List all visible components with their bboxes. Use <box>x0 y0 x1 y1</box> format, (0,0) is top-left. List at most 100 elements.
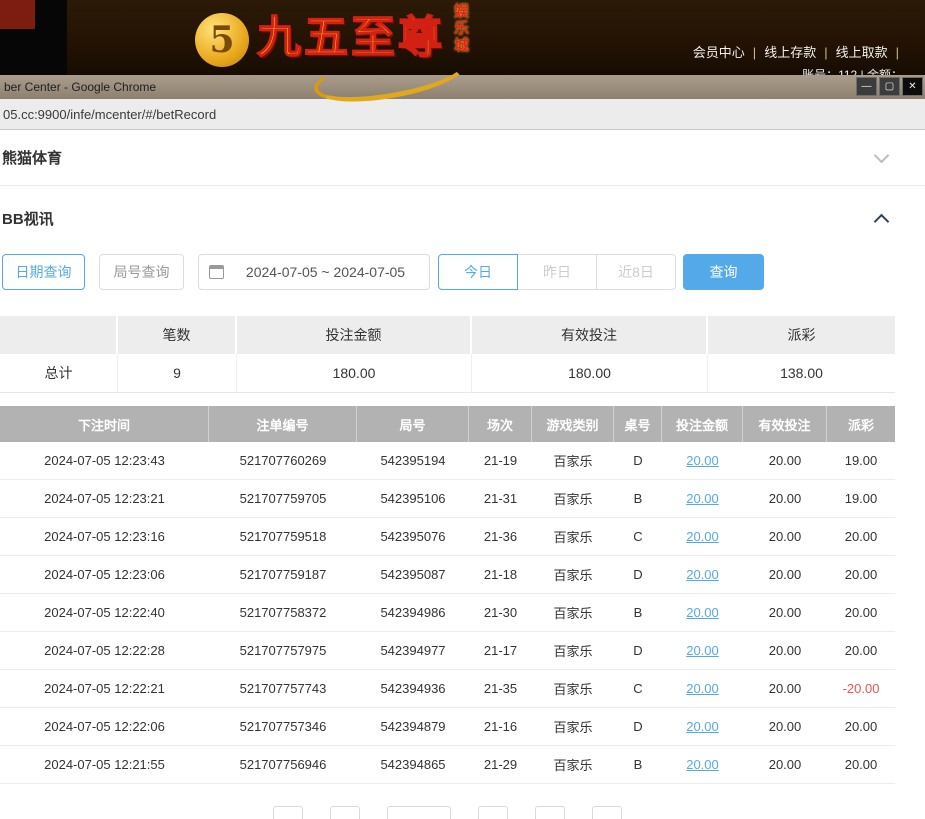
logo-subtitle: 娱乐城 <box>450 3 471 54</box>
logo-5-icon: 5 <box>195 13 249 67</box>
bet-time-cell: 2024-07-05 12:22:06 <box>0 708 209 745</box>
game-type-cell: 百家乐 <box>532 556 614 593</box>
close-button[interactable]: ✕ <box>902 77 923 96</box>
game-type-cell: 百家乐 <box>532 518 614 555</box>
table-row: 2024-07-05 12:22:40521707758372542394986… <box>0 594 895 632</box>
col-header-order-id: 注单编号 <box>209 406 357 442</box>
summary-total-bet-amount: 180.00 <box>237 354 472 393</box>
bet-time-cell: 2024-07-05 12:21:55 <box>0 746 209 783</box>
link-separator: | <box>753 45 756 60</box>
summary-total-row: 总计 9 180.00 180.00 138.00 <box>0 354 895 393</box>
payout-cell: 19.00 <box>827 442 895 479</box>
payout-cell: 20.00 <box>827 594 895 631</box>
table-no-cell: C <box>614 518 662 555</box>
table-row: 2024-07-05 12:23:16521707759518542395076… <box>0 518 895 556</box>
session-cell: 21-18 <box>469 556 532 593</box>
summary-total-payout: 138.00 <box>708 354 895 393</box>
session-cell: 21-30 <box>469 594 532 631</box>
pagination-item[interactable] <box>478 806 508 819</box>
order-id-cell: 521707759518 <box>209 518 357 555</box>
order-id-cell: 521707760269 <box>209 442 357 479</box>
col-header-payout: 派彩 <box>827 406 895 442</box>
round-id-cell: 542394865 <box>357 746 469 783</box>
section-bb-video[interactable]: BB视讯 <box>0 186 925 250</box>
yesterday-button[interactable]: 昨日 <box>517 254 597 290</box>
session-cell: 21-19 <box>469 442 532 479</box>
valid-bet-cell: 20.00 <box>743 480 827 517</box>
date-query-button[interactable]: 日期查询 <box>2 254 85 290</box>
link-separator: | <box>824 45 827 60</box>
table-row: 2024-07-05 12:23:06521707759187542395087… <box>0 556 895 594</box>
chevron-down-icon[interactable] <box>874 147 890 163</box>
bet-time-cell: 2024-07-05 12:22:40 <box>0 594 209 631</box>
date-range-input[interactable]: 2024-07-05 ~ 2024-07-05 <box>198 254 430 290</box>
session-cell: 21-36 <box>469 518 532 555</box>
maximize-button[interactable]: ▢ <box>879 77 900 96</box>
order-id-cell: 521707759705 <box>209 480 357 517</box>
game-type-cell: 百家乐 <box>532 442 614 479</box>
chevron-up-icon[interactable] <box>874 213 890 229</box>
round-id-cell: 542395087 <box>357 556 469 593</box>
pagination-item[interactable] <box>592 806 622 819</box>
round-id-cell: 542394986 <box>357 594 469 631</box>
table-no-cell: B <box>614 746 662 783</box>
bet-amount-cell[interactable]: 20.00 <box>662 594 743 631</box>
summary-header-count: 笔数 <box>118 316 237 354</box>
bet-amount-cell[interactable]: 20.00 <box>662 632 743 669</box>
round-id-cell: 542394936 <box>357 670 469 707</box>
payout-cell: 20.00 <box>827 746 895 783</box>
link-deposit[interactable]: 线上存款 <box>764 45 816 60</box>
quick-range-group: 今日 昨日 近8日 <box>438 254 676 290</box>
link-member-center[interactable]: 会员中心 <box>693 45 745 60</box>
bet-amount-cell[interactable]: 20.00 <box>662 556 743 593</box>
game-type-cell: 百家乐 <box>532 670 614 707</box>
bet-records-table: 下注时间 注单编号 局号 场次 游戏类别 桌号 投注金额 有效投注 派彩 202… <box>0 406 895 784</box>
bet-amount-cell[interactable]: 20.00 <box>662 442 743 479</box>
pagination-item[interactable] <box>330 806 360 819</box>
url-text: 05.cc:9900/infe/mcenter/#/betRecord <box>3 107 216 122</box>
table-no-cell: B <box>614 480 662 517</box>
minimize-button[interactable]: — <box>856 77 877 96</box>
pagination-item[interactable] <box>387 806 451 819</box>
bet-amount-cell[interactable]: 20.00 <box>662 708 743 745</box>
session-cell: 21-35 <box>469 670 532 707</box>
bet-table-body: 2024-07-05 12:23:43521707760269542395194… <box>0 442 895 784</box>
session-cell: 21-31 <box>469 480 532 517</box>
search-button[interactable]: 查询 <box>683 254 764 290</box>
bet-amount-cell[interactable]: 20.00 <box>662 518 743 555</box>
date-range-value: 2024-07-05 ~ 2024-07-05 <box>232 264 419 280</box>
round-id-cell: 542395194 <box>357 442 469 479</box>
session-cell: 21-29 <box>469 746 532 783</box>
bet-time-cell: 2024-07-05 12:23:43 <box>0 442 209 479</box>
bet-time-cell: 2024-07-05 12:22:28 <box>0 632 209 669</box>
order-id-cell: 521707757743 <box>209 670 357 707</box>
bet-amount-cell[interactable]: 20.00 <box>662 746 743 783</box>
game-type-cell: 百家乐 <box>532 480 614 517</box>
link-withdraw[interactable]: 线上取款 <box>836 45 888 60</box>
section-panda-sports[interactable]: 熊猫体育 <box>0 130 925 186</box>
summary-total-count: 9 <box>118 354 237 393</box>
link-separator: | <box>896 45 899 60</box>
table-row: 2024-07-05 12:23:43521707760269542395194… <box>0 442 895 480</box>
last-8-days-button[interactable]: 近8日 <box>596 254 676 290</box>
bet-amount-cell[interactable]: 20.00 <box>662 480 743 517</box>
table-no-cell: B <box>614 594 662 631</box>
table-no-cell: C <box>614 670 662 707</box>
pagination <box>0 806 895 819</box>
today-button[interactable]: 今日 <box>438 254 518 290</box>
col-header-bet-time: 下注时间 <box>0 406 209 442</box>
valid-bet-cell: 20.00 <box>743 556 827 593</box>
pagination-item[interactable] <box>273 806 303 819</box>
screen: 5 九五至尊 娱乐城 会员中心|线上存款|线上取款| 账号：112 | 余额： … <box>0 0 925 819</box>
bet-amount-cell[interactable]: 20.00 <box>662 670 743 707</box>
round-query-button[interactable]: 局号查询 <box>99 254 184 290</box>
pagination-item[interactable] <box>535 806 565 819</box>
window-titlebar[interactable]: ber Center - Google Chrome — ▢ ✕ <box>0 75 925 99</box>
corner-badge <box>0 0 35 29</box>
table-row: 2024-07-05 12:22:06521707757346542394879… <box>0 708 895 746</box>
valid-bet-cell: 20.00 <box>743 708 827 745</box>
filter-bar: 日期查询 局号查询 2024-07-05 ~ 2024-07-05 今日 昨日 … <box>0 253 925 291</box>
col-header-game-type: 游戏类别 <box>532 406 614 442</box>
game-type-cell: 百家乐 <box>532 746 614 783</box>
address-bar[interactable]: 05.cc:9900/infe/mcenter/#/betRecord <box>0 99 925 130</box>
